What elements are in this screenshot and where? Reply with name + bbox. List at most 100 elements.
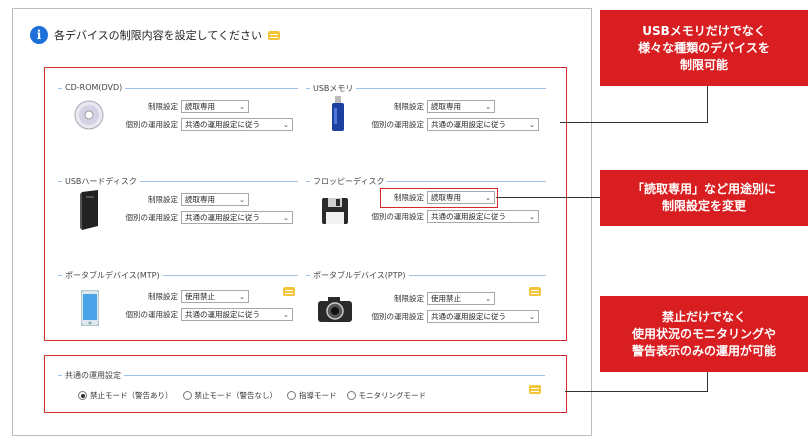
select-value: 読取専用 xyxy=(431,193,461,202)
restriction-label: 制限設定 xyxy=(148,102,178,111)
usage-row-floppy: 個別の運用設定 共通の運用設定に従う ⌄ xyxy=(370,210,539,223)
usage-row-mtp: 個別の運用設定 共通の運用設定に従う ⌄ xyxy=(124,308,293,321)
radio-warn-prohibit[interactable]: 禁止モード（警告あり） xyxy=(78,390,173,401)
radio-guidance[interactable]: 指導モード xyxy=(287,390,337,401)
restriction-row-cdrom: 制限設定 読取専用 ⌄ xyxy=(124,100,249,113)
chevron-down-icon: ⌄ xyxy=(485,193,491,202)
usage-select-usb-memory[interactable]: 共通の運用設定に従う ⌄ xyxy=(427,118,539,131)
radio-dot xyxy=(287,391,296,400)
usage-label: 個別の運用設定 xyxy=(125,213,179,222)
info-icon: i xyxy=(30,26,48,44)
connector-line xyxy=(496,197,600,198)
restriction-row-usb-hdd: 制限設定 読取専用 ⌄ xyxy=(124,193,249,206)
select-value: 共通の運用設定に従う xyxy=(185,310,260,319)
usage-select-ptp[interactable]: 共通の運用設定に従う ⌄ xyxy=(427,310,539,323)
restriction-label: 制限設定 xyxy=(394,102,424,111)
group-label-usb-hdd: USBハードディスク xyxy=(62,176,140,187)
callout-line: 禁止だけでなく xyxy=(661,309,746,324)
callout-line: 制限設定を変更 xyxy=(661,199,746,213)
restriction-select-ptp[interactable]: 使用禁止 ⌄ xyxy=(427,292,495,305)
smartphone-icon xyxy=(80,289,100,330)
radio-label: モニタリングモード xyxy=(358,391,427,400)
group-label-ptp: ポータブルデバイス(PTP) xyxy=(310,270,409,281)
chevron-down-icon: ⌄ xyxy=(485,294,491,303)
callout-line: 警告表示のみの運用が可能 xyxy=(631,343,776,358)
restriction-row-usb-memory: 制限設定 読取専用 ⌄ xyxy=(370,100,495,113)
page-title: 各デバイスの制限内容を設定してください xyxy=(54,29,263,42)
chevron-down-icon: ⌄ xyxy=(529,312,535,321)
usage-label: 個別の運用設定 xyxy=(371,120,425,129)
cd-icon xyxy=(74,100,104,134)
usage-label: 個別の運用設定 xyxy=(125,120,179,129)
usage-select-usb-hdd[interactable]: 共通の運用設定に従う ⌄ xyxy=(181,211,293,224)
restriction-row-ptp: 制限設定 使用禁止 ⌄ xyxy=(370,292,495,305)
chevron-down-icon: ⌄ xyxy=(283,310,289,319)
usb-memory-icon xyxy=(330,96,346,136)
callout-device-types: USBメモリだけでなく 様々な種類のデバイスを 制限可能 xyxy=(600,10,808,86)
chevron-down-icon: ⌄ xyxy=(529,212,535,221)
select-value: 共通の運用設定に従う xyxy=(185,120,260,129)
camera-icon xyxy=(318,296,352,326)
select-value: 使用禁止 xyxy=(431,294,461,303)
restriction-select-usb-hdd[interactable]: 読取専用 ⌄ xyxy=(181,193,249,206)
note-icon[interactable] xyxy=(283,287,295,296)
restriction-select-mtp[interactable]: 使用禁止 ⌄ xyxy=(181,290,249,303)
common-mode-radio-group: 禁止モード（警告あり） 禁止モード（警告なし） 指導モード モニタリングモード xyxy=(78,390,426,401)
common-settings-frame xyxy=(44,355,567,413)
radio-dot xyxy=(182,391,192,400)
connector-line xyxy=(707,86,708,123)
select-value: 読取専用 xyxy=(185,195,215,204)
floppy-icon xyxy=(322,198,348,228)
restriction-row-floppy: 制限設定 読取専用 ⌄ xyxy=(370,191,495,204)
restriction-label: 制限設定 xyxy=(394,294,424,303)
hard-disk-icon xyxy=(78,190,100,234)
usage-select-cdrom[interactable]: 共通の運用設定に従う ⌄ xyxy=(181,118,293,131)
radio-dot xyxy=(78,391,87,400)
chevron-down-icon: ⌄ xyxy=(239,102,245,111)
callout-line: 使用状況のモニタリングや xyxy=(631,326,776,341)
chevron-down-icon: ⌄ xyxy=(283,213,289,222)
radio-monitoring[interactable]: モニタリングモード xyxy=(346,390,427,401)
usage-row-ptp: 個別の運用設定 共通の運用設定に従う ⌄ xyxy=(370,310,539,323)
note-icon[interactable] xyxy=(529,287,541,296)
restriction-label: 制限設定 xyxy=(148,292,178,301)
select-value: 共通の運用設定に従う xyxy=(185,213,260,222)
group-label-mtp: ポータブルデバイス(MTP) xyxy=(62,270,163,281)
usage-row-usb-memory: 個別の運用設定 共通の運用設定に従う ⌄ xyxy=(370,118,539,131)
radio-label: 禁止モード（警告なし） xyxy=(194,391,278,400)
usage-row-cdrom: 個別の運用設定 共通の運用設定に従う ⌄ xyxy=(124,118,293,131)
restriction-label: 制限設定 xyxy=(394,193,424,202)
note-icon[interactable] xyxy=(529,385,541,394)
chevron-down-icon: ⌄ xyxy=(283,120,289,129)
select-value: 読取専用 xyxy=(431,102,461,111)
usage-label: 個別の運用設定 xyxy=(125,310,179,319)
usage-label: 個別の運用設定 xyxy=(371,312,425,321)
chevron-down-icon: ⌄ xyxy=(529,120,535,129)
callout-modes: 禁止だけでなく 使用状況のモニタリングや 警告表示のみの運用が可能 xyxy=(600,296,808,372)
callout-line: USBメモリだけでなく xyxy=(642,23,766,38)
restriction-select-floppy[interactable]: 読取専用 ⌄ xyxy=(427,191,495,204)
common-settings-title: 共通の運用設定 xyxy=(62,370,124,381)
usage-select-mtp[interactable]: 共通の運用設定に従う ⌄ xyxy=(181,308,293,321)
radio-label: 禁止モード（警告あり） xyxy=(90,391,173,400)
restriction-select-cdrom[interactable]: 読取専用 ⌄ xyxy=(181,100,249,113)
group-label-floppy: フロッピーディスク xyxy=(310,176,388,187)
chevron-down-icon: ⌄ xyxy=(485,102,491,111)
radio-dot xyxy=(346,391,356,400)
restriction-select-usb-memory[interactable]: 読取専用 ⌄ xyxy=(427,100,495,113)
usage-label: 個別の運用設定 xyxy=(371,212,425,221)
radio-label: 指導モード xyxy=(299,391,337,400)
note-icon[interactable] xyxy=(268,30,281,40)
connector-line xyxy=(707,372,708,392)
usage-select-floppy[interactable]: 共通の運用設定に従う ⌄ xyxy=(427,210,539,223)
chevron-down-icon: ⌄ xyxy=(239,292,245,301)
select-value: 共通の運用設定に従う xyxy=(431,312,506,321)
connector-line xyxy=(565,391,708,392)
chevron-down-icon: ⌄ xyxy=(239,195,245,204)
callout-read-only: 「読取専用」など用途別に 制限設定を変更 xyxy=(600,170,808,226)
page-header: i 各デバイスの制限内容を設定してください xyxy=(30,26,281,44)
select-value: 共通の運用設定に従う xyxy=(431,120,506,129)
radio-silent-prohibit[interactable]: 禁止モード（警告なし） xyxy=(182,390,278,401)
group-label-cdrom: CD-ROM(DVD) xyxy=(62,83,126,92)
restriction-row-mtp: 制限設定 使用禁止 ⌄ xyxy=(124,290,249,303)
